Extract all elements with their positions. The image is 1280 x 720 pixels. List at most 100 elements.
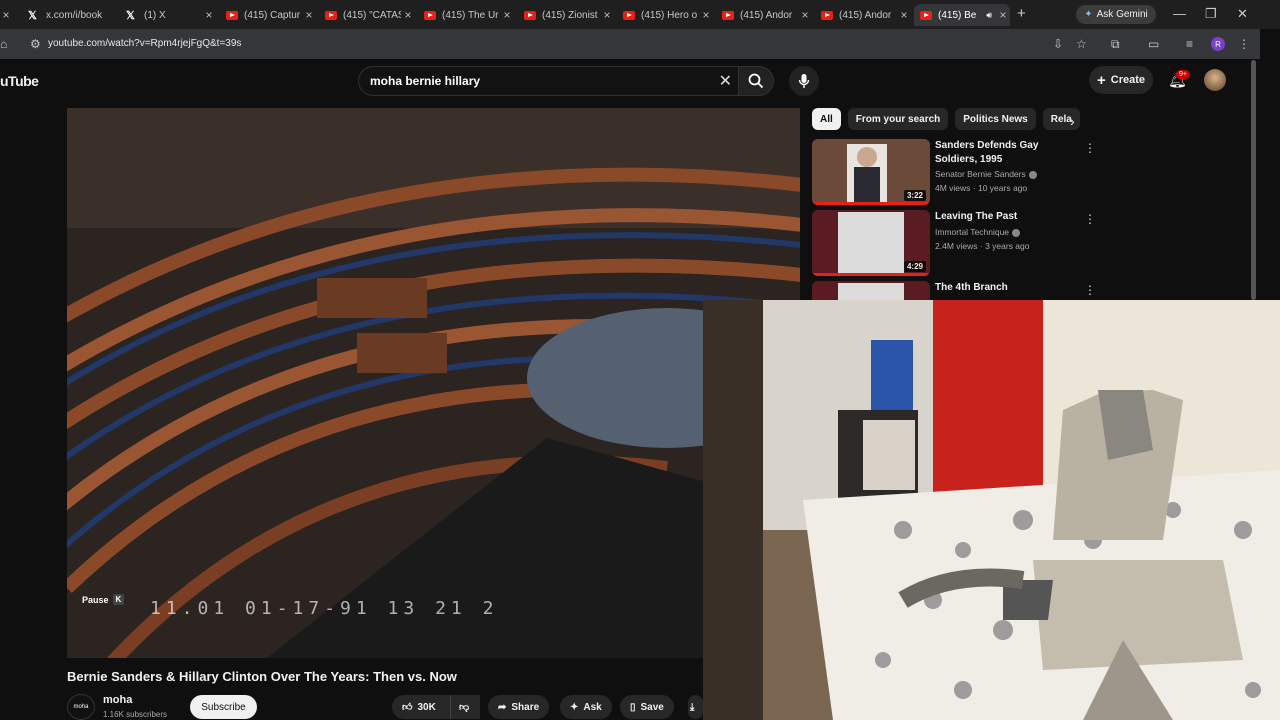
extensions-icon[interactable]: ⧉ (1111, 37, 1120, 52)
close-icon[interactable]: × (401, 8, 415, 22)
browser-tab[interactable]: (415) Hero o × (623, 4, 713, 26)
youtube-icon (623, 10, 635, 20)
close-icon[interactable]: × (600, 8, 614, 22)
browser-tab[interactable]: (415) "CATAS × (325, 4, 415, 26)
browser-tab[interactable]: (415) The Ur × (424, 4, 514, 26)
video-title: Bernie Sanders & Hillary Clinton Over Th… (67, 669, 457, 684)
ask-button[interactable]: ✦ Ask (560, 695, 612, 719)
save-button[interactable]: ▯ Save (620, 695, 674, 719)
browser-tab-bar: × 𝕏x.com/i/book 𝕏 (1) X × (415) Captur × (4… (0, 0, 1280, 29)
x-icon: 𝕏 (28, 9, 37, 22)
notification-badge: 9+ (1176, 70, 1190, 79)
verified-icon (1028, 170, 1037, 179)
search-button[interactable] (738, 66, 774, 96)
close-icon[interactable]: × (897, 8, 911, 22)
bookmark-icon: ▯ (630, 701, 636, 713)
chip-from-your-search[interactable]: From your search (847, 108, 949, 130)
restore-icon[interactable]: ❐ (1205, 6, 1217, 22)
webcam-room-image (703, 300, 1280, 720)
browser-tab[interactable]: 𝕏x.com/i/book (28, 4, 118, 26)
youtube-icon (226, 10, 238, 20)
browser-tab[interactable]: (415) Captur × (226, 4, 316, 26)
menu-kebab-icon[interactable]: ⋮ (1238, 37, 1250, 51)
sparkle-icon: ✦ (570, 701, 579, 713)
browser-tab-active[interactable]: (415) Be 🔊︎ × (914, 4, 1010, 26)
chip-politics-news[interactable]: Politics News (955, 108, 1036, 130)
more-options-icon[interactable]: ⋮ (1084, 212, 1096, 226)
youtube-icon (920, 10, 932, 20)
browser-tab[interactable]: (415) Zionist × (524, 4, 614, 26)
close-icon[interactable]: × (798, 8, 812, 22)
browser-tab[interactable]: (415) Andor × (722, 4, 812, 26)
video-thumbnail[interactable] (812, 281, 930, 300)
search-input[interactable]: moha bernie hillary ✕ (358, 66, 738, 96)
recommendation-channel[interactable]: Immortal Technique (935, 227, 1021, 237)
scrollbar[interactable] (1251, 60, 1256, 300)
recommendation-meta: 4M views · 10 years ago (935, 183, 1028, 193)
youtube-icon (524, 10, 536, 20)
search-icon (748, 73, 764, 89)
install-icon[interactable]: ⇩ (1053, 37, 1063, 51)
dislike-button[interactable]: 👎︎ (450, 695, 480, 719)
recommendation-title[interactable]: Sanders Defends Gay Soldiers, 1995 (935, 139, 1075, 167)
video-burned-timestamp: 11.01 01-17-91 13 21 2 (150, 598, 499, 619)
browser-tab[interactable]: (415) Andor × (821, 4, 911, 26)
voice-search-button[interactable] (789, 66, 819, 96)
browser-tab[interactable]: 𝕏 (1) X × (126, 4, 216, 26)
youtube-icon (325, 10, 337, 20)
split-view-icon[interactable]: ▭ (1148, 37, 1159, 51)
pause-tooltip: Pause K (82, 594, 125, 605)
verified-icon (1012, 228, 1021, 237)
home-icon[interactable]: ⌂ (0, 37, 7, 51)
recommendation-title[interactable]: The 4th Branch (935, 281, 1075, 295)
search-query-text: moha bernie hillary (370, 74, 481, 88)
subscriber-count: 1.16K subscribers (103, 710, 168, 719)
channel-name[interactable]: moha (103, 694, 132, 706)
webcam-overlay (703, 300, 1280, 720)
more-options-icon[interactable]: ⋮ (1084, 283, 1096, 297)
ask-gemini-button[interactable]: ✦ Ask Gemini (1076, 5, 1156, 24)
close-icon[interactable]: × (996, 8, 1010, 22)
recommendation-item[interactable]: 4:29 Leaving The Past Immortal Technique… (812, 210, 1102, 276)
microphone-icon (798, 74, 810, 88)
minimize-icon[interactable]: — (1173, 6, 1186, 21)
site-settings-icon[interactable]: ⚙︎ (30, 37, 41, 51)
media-control-icon[interactable]: ≡ (1186, 37, 1193, 51)
gemini-sparkle-icon: ✦ (1084, 9, 1093, 20)
plus-icon: + (1096, 71, 1106, 89)
close-icon[interactable]: × (202, 8, 216, 22)
video-player[interactable] (67, 108, 800, 658)
window-close-icon[interactable]: ✕ (1237, 6, 1248, 22)
close-icon[interactable]: × (699, 8, 713, 22)
download-button[interactable]: ⤓ (688, 695, 703, 719)
subscribe-button[interactable]: Subscribe (190, 695, 257, 719)
recommendation-title[interactable]: Leaving The Past (935, 210, 1075, 224)
video-frame-senate-chamber (67, 108, 800, 658)
recommendation-item[interactable]: The 4th Branch ⋮ (812, 281, 1102, 300)
chevron-right-icon[interactable]: › (1070, 113, 1075, 129)
recommendation-item[interactable]: 3:22 Sanders Defends Gay Soldiers, 1995 … (812, 139, 1102, 205)
address-bar-row: ⌂ ⚙︎ youtube.com/watch?v=Rpm4rjejFgQ&t=3… (0, 29, 1260, 59)
video-thumbnail[interactable]: 4:29 (812, 210, 930, 276)
create-button[interactable]: + Create (1089, 66, 1153, 94)
more-options-icon[interactable]: ⋮ (1084, 141, 1096, 155)
url-field[interactable]: youtube.com/watch?v=Rpm4rjejFgQ&t=39s (48, 38, 241, 49)
clear-search-icon[interactable]: ✕ (719, 71, 732, 91)
close-icon[interactable]: × (500, 8, 514, 22)
youtube-icon (424, 10, 436, 20)
chip-all[interactable]: All (812, 108, 841, 130)
channel-avatar[interactable]: moha (67, 694, 95, 720)
browser-profile-avatar[interactable]: R (1211, 37, 1225, 51)
close-icon[interactable]: × (302, 8, 316, 22)
share-button[interactable]: ➦ Share (488, 695, 550, 719)
speaker-icon[interactable]: 🔊︎ (986, 10, 992, 21)
download-icon: ⤓ (690, 701, 695, 713)
tab-close-previous[interactable]: × (0, 4, 12, 26)
account-avatar[interactable] (1204, 69, 1226, 91)
youtube-logo[interactable]: uTube (0, 73, 39, 89)
new-tab-icon[interactable]: + (1017, 5, 1026, 22)
recommendation-channel[interactable]: Senator Bernie Sanders (935, 169, 1037, 179)
video-thumbnail[interactable]: 3:22 (812, 139, 930, 205)
bookmark-star-icon[interactable]: ☆ (1076, 37, 1087, 51)
thumbs-up-icon: 👍︎ (402, 702, 413, 713)
